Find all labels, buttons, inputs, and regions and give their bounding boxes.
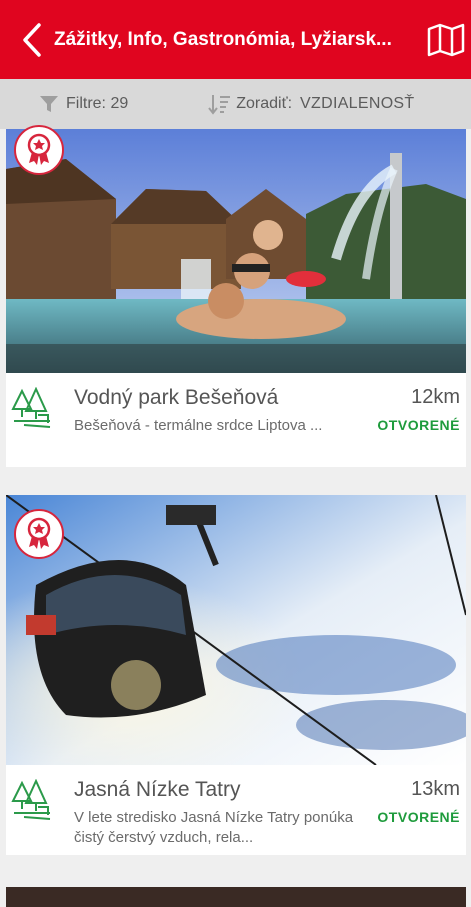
item-info: Jasná Nízke Tatry V lete stredisko Jasná… [6, 765, 466, 857]
park-icon [11, 779, 51, 820]
filter-icon [40, 96, 58, 112]
chevron-left-icon [23, 22, 41, 57]
filter-button[interactable]: Filtre: 29 [38, 93, 128, 115]
item-photo [6, 495, 466, 765]
item-distance: 12km [411, 386, 460, 408]
sort-label: Zoradiť: [236, 95, 293, 112]
app-bar: Zážitky, Info, Gastronómia, Lyžiarsk... [0, 0, 471, 79]
item-photo [6, 129, 466, 373]
back-button[interactable] [12, 0, 52, 79]
item-info: Vodný park Bešeňová Bešeňová - termálne … [6, 373, 466, 465]
sort-value: VZDIALENOSŤ [300, 95, 415, 112]
filter-sort-bar: Filtre: 29 Zoradiť: VZDIALENOSŤ [0, 79, 471, 129]
filter-label: Filtre: 29 [66, 95, 129, 112]
sort-button[interactable]: Zoradiť: VZDIALENOSŤ [208, 93, 414, 115]
page-title: Zážitky, Info, Gastronómia, Lyžiarsk... [54, 28, 392, 50]
award-badge-icon [14, 125, 64, 175]
status-badge: OTVORENÉ [377, 809, 460, 825]
list-item[interactable]: Vodný park Bešeňová Bešeňová - termálne … [6, 125, 466, 467]
item-distance: 13km [411, 778, 460, 800]
list-item[interactable]: Jasná Nízke Tatry V lete stredisko Jasná… [6, 495, 466, 855]
item-name: Vodný park Bešeňová [74, 386, 279, 409]
award-badge-icon [14, 509, 64, 559]
map-button[interactable] [424, 18, 468, 62]
map-icon [427, 23, 465, 56]
sort-icon [208, 95, 231, 115]
item-description: V lete stredisko Jasná Nízke Tatry ponúk… [74, 809, 354, 846]
list-item[interactable] [6, 887, 466, 907]
item-description: Bešeňová - termálne srdce Liptova ... [74, 417, 323, 434]
item-name: Jasná Nízke Tatry [74, 778, 241, 801]
status-badge: OTVORENÉ [377, 417, 460, 433]
park-icon [11, 387, 51, 428]
